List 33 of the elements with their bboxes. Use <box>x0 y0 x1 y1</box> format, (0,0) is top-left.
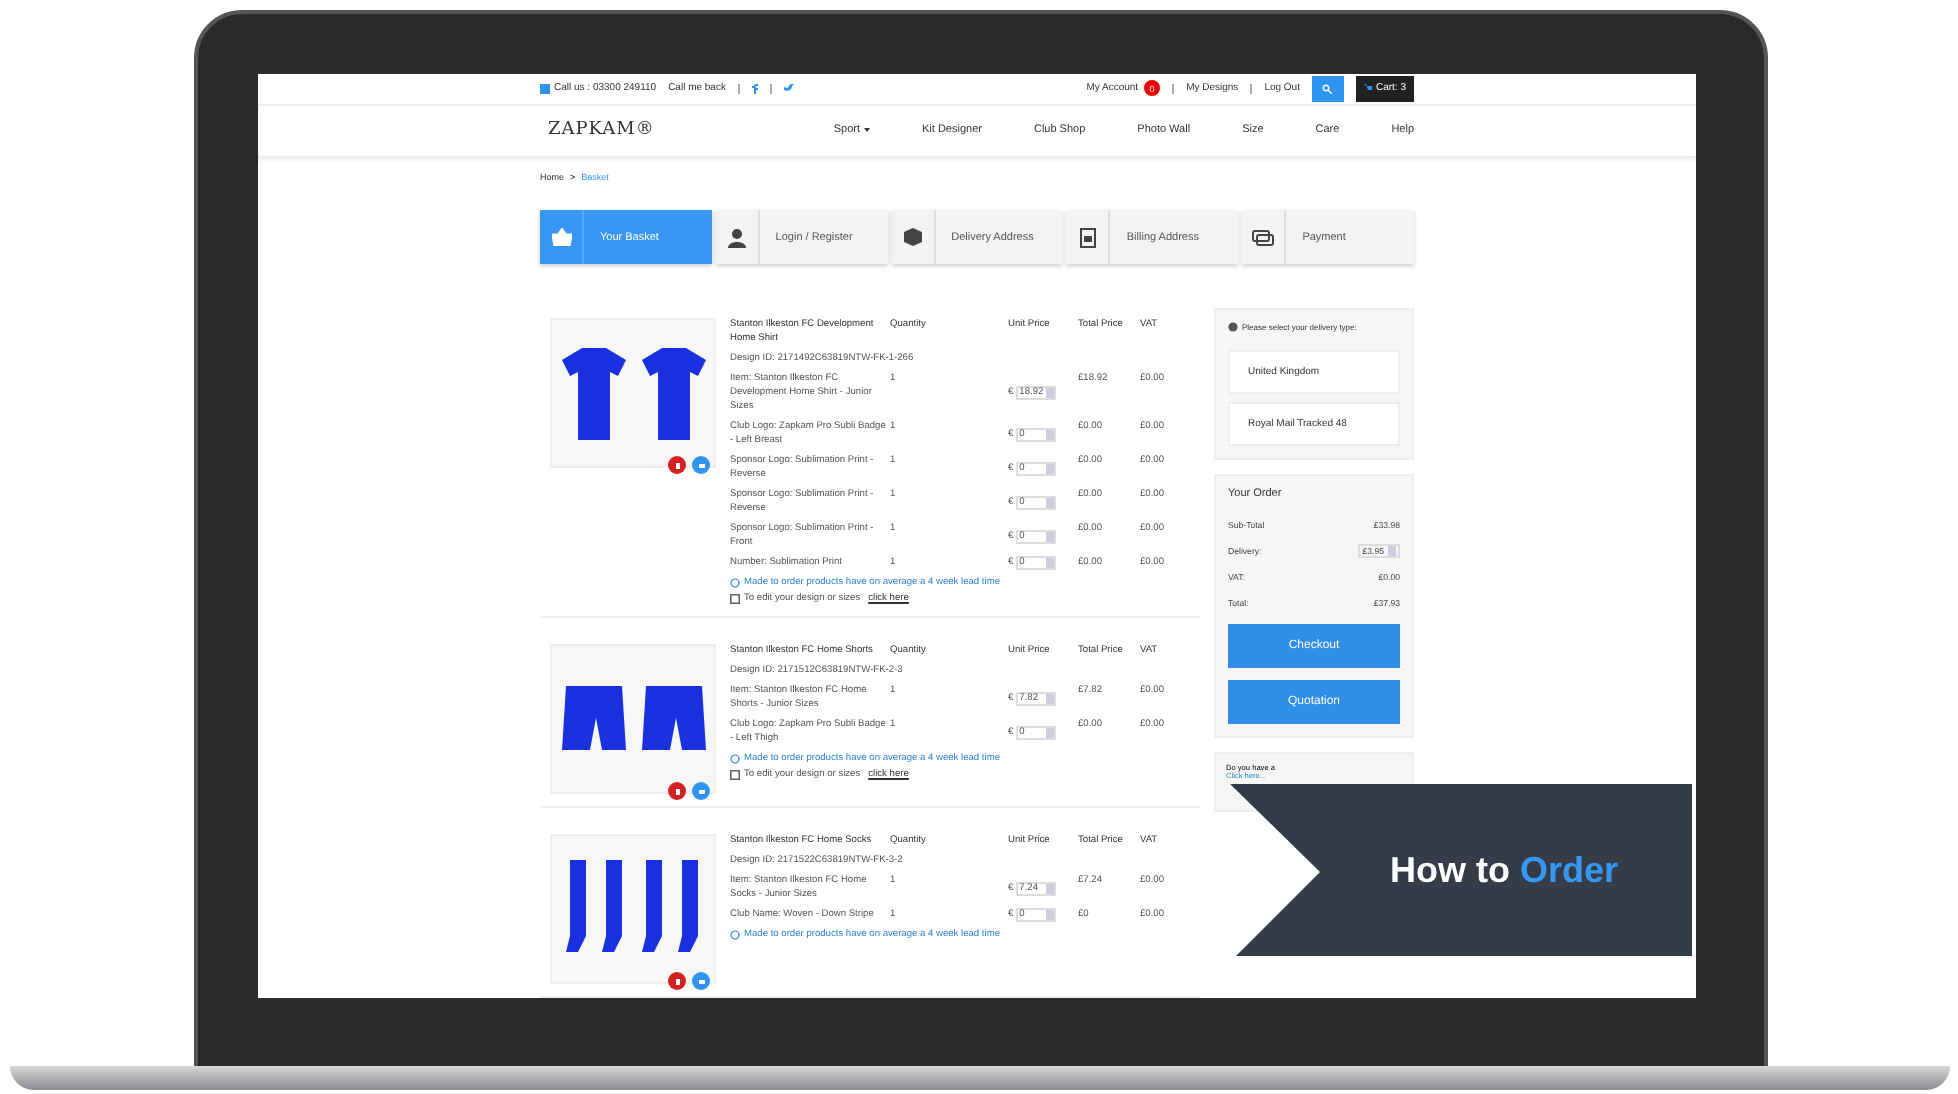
edit-icon <box>730 770 740 780</box>
caret-icon <box>864 128 870 133</box>
delete-button[interactable] <box>668 782 686 800</box>
twitter-icon[interactable] <box>783 84 794 93</box>
zapkam-logo[interactable]: ZAPKAM® <box>548 120 655 141</box>
facebook-icon[interactable] <box>751 83 758 94</box>
edit-icon <box>697 787 705 795</box>
globe-icon <box>1228 322 1238 332</box>
info-icon <box>730 754 740 764</box>
edit-icon <box>697 461 705 469</box>
search-button[interactable] <box>1311 75 1344 102</box>
delete-button[interactable] <box>668 456 686 474</box>
trash-icon <box>673 461 681 469</box>
edit-button[interactable] <box>692 782 710 800</box>
search-icon <box>1322 83 1333 94</box>
edit-icon <box>697 977 705 985</box>
phone-icon <box>540 83 550 94</box>
info-icon <box>730 930 740 940</box>
card-icon <box>1252 229 1275 245</box>
basket-icon <box>551 228 571 246</box>
trash-icon <box>673 787 681 795</box>
box-icon <box>903 228 922 246</box>
shorts-drawing <box>561 685 705 753</box>
info-icon <box>730 578 740 588</box>
delete-button[interactable] <box>668 972 686 990</box>
trash-icon <box>673 977 681 985</box>
how-to-order-banner: How to Order <box>1230 784 1692 956</box>
form-icon <box>1079 227 1096 247</box>
user-icon <box>727 227 746 247</box>
edit-icon <box>730 594 740 604</box>
edit-button[interactable] <box>692 456 710 474</box>
cart-icon <box>1363 84 1372 93</box>
edit-button[interactable] <box>692 972 710 990</box>
